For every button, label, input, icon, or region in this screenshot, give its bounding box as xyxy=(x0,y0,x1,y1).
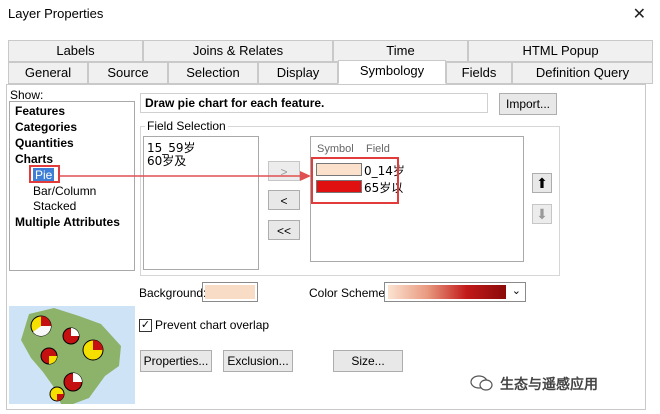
import-button[interactable]: Import... xyxy=(499,93,557,115)
map-preview-thumbnail xyxy=(9,306,135,404)
column-header-field: Field xyxy=(366,143,390,155)
tree-item-charts[interactable]: Charts xyxy=(15,152,53,166)
pie-symbol-6 xyxy=(49,386,65,402)
tree-item-multiple-attributes[interactable]: Multiple Attributes xyxy=(15,215,120,229)
tree-item-stacked[interactable]: Stacked xyxy=(33,199,76,213)
tab-definition-query[interactable]: Definition Query xyxy=(512,62,653,84)
move-up-button[interactable]: ⬆ xyxy=(532,173,552,193)
tree-item-bar-column[interactable]: Bar/Column xyxy=(33,184,96,198)
pie-symbol-5 xyxy=(63,372,83,392)
selected-fields-highlight-frame xyxy=(311,157,399,204)
tab-joins-relates[interactable]: Joins & Relates xyxy=(143,40,333,62)
color-ramp-preview xyxy=(388,285,506,299)
tree-item-quantities[interactable]: Quantities xyxy=(15,136,74,150)
tab-labels[interactable]: Labels xyxy=(8,40,143,62)
prevent-overlap-label: Prevent chart overlap xyxy=(155,318,270,332)
tab-time[interactable]: Time xyxy=(333,40,468,62)
pie-symbol-2 xyxy=(62,327,80,345)
description-text: Draw pie chart for each feature. xyxy=(145,96,325,110)
exclusion-button[interactable]: Exclusion... xyxy=(223,350,293,372)
tab-fields[interactable]: Fields xyxy=(446,62,512,84)
pie-highlight-frame xyxy=(29,165,60,183)
tab-source[interactable]: Source xyxy=(88,62,168,84)
red-arrow-annotation xyxy=(60,171,311,181)
pie-symbol-3 xyxy=(82,339,104,361)
close-icon[interactable]: ✕ xyxy=(633,4,646,24)
pie-symbol-4 xyxy=(40,347,58,365)
tab-general[interactable]: General xyxy=(8,62,88,84)
remove-all-fields-button[interactable]: << xyxy=(268,220,300,240)
tab-html-popup[interactable]: HTML Popup xyxy=(468,40,653,62)
color-scheme-dropdown[interactable]: ⌄ xyxy=(384,282,526,302)
prevent-overlap-checkbox[interactable]: ✓ xyxy=(139,319,152,332)
tree-item-categories[interactable]: Categories xyxy=(15,120,77,134)
color-scheme-label: Color Scheme: xyxy=(309,286,389,300)
move-down-button[interactable]: ⬇ xyxy=(532,204,552,224)
show-label: Show: xyxy=(10,88,44,102)
tree-item-features[interactable]: Features xyxy=(15,104,65,118)
background-color-swatch[interactable] xyxy=(202,282,258,302)
tab-symbology[interactable]: Symbology xyxy=(338,60,446,84)
watermark-text: 生态与遥感应用 xyxy=(500,377,598,393)
background-label: Background: xyxy=(139,286,207,300)
size-button[interactable]: Size... xyxy=(333,350,403,372)
tab-display[interactable]: Display xyxy=(258,62,338,84)
tab-selection[interactable]: Selection xyxy=(168,62,258,84)
properties-button[interactable]: Properties... xyxy=(140,350,212,372)
pie-symbol-1 xyxy=(30,315,52,337)
chevron-down-icon: ⌄ xyxy=(511,285,521,297)
field-selection-label: Field Selection xyxy=(145,119,228,133)
wechat-icon xyxy=(470,374,494,392)
window-title: Layer Properties xyxy=(8,6,104,21)
remove-field-button[interactable]: < xyxy=(268,190,300,210)
column-header-symbol: Symbol xyxy=(317,143,354,155)
